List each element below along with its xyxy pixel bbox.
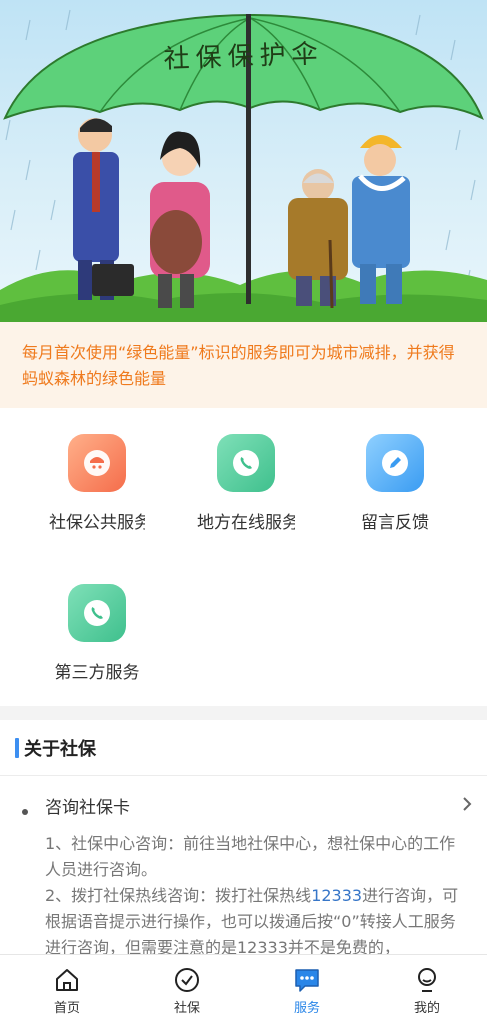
- service-third-party[interactable]: 第三方服务: [32, 584, 162, 683]
- services-grid: 社保公共服务 地方在线服务 留言反馈 第三方服务: [0, 408, 487, 706]
- service-local-online[interactable]: 地方在线服务: [181, 434, 311, 533]
- tab-mine[interactable]: 我的: [377, 955, 477, 1024]
- about-section-header: 关于社保: [0, 720, 487, 776]
- tab-services[interactable]: 服务: [257, 955, 357, 1024]
- tab-label: 服务: [293, 1001, 320, 1016]
- tab-home[interactable]: 首页: [17, 955, 117, 1024]
- faq-answer-line1: 1、社保中心咨询：前往当地社保中心，想社保中心的工作人员进行咨询。: [45, 834, 456, 879]
- tab-label: 我的: [413, 1001, 440, 1016]
- section-accent-bar: [15, 738, 19, 758]
- pen-icon: [366, 434, 424, 492]
- tab-label: 社保: [173, 1001, 200, 1016]
- service-label: 第三方服务: [54, 663, 140, 683]
- home-icon: [56, 969, 78, 991]
- about-title: 关于社保: [24, 739, 96, 760]
- green-energy-notice: 每月首次使用“绿色能量”标识的服务即可为城市减排，并获得蚂蚁森林的绿色能量: [0, 322, 487, 408]
- social-security-icon: [68, 434, 126, 492]
- chat-icon: [295, 969, 319, 992]
- service-label: 社保公共服务: [49, 513, 145, 533]
- check-circle-icon: [175, 968, 199, 992]
- bottom-tab-bar: 首页 社保 服务 我的: [0, 954, 487, 1024]
- faq-answer: 1、社保中心咨询：前往当地社保中心，想社保中心的工作人员进行咨询。 2、拨打社保…: [45, 831, 470, 954]
- notice-text: 每月首次使用“绿色能量”标识的服务即可为城市减排，并获得蚂蚁森林的绿色能量: [22, 343, 455, 388]
- phone-icon: [68, 584, 126, 642]
- faq-answer-line2-pre: 2、拨打社保热线咨询：拨打社保热线: [45, 886, 312, 905]
- bullet-icon: [22, 809, 28, 815]
- faq-question: 咨询社保卡: [45, 798, 130, 818]
- service-social-security-public[interactable]: 社保公共服务: [32, 434, 162, 533]
- tab-label: 首页: [53, 1001, 80, 1016]
- banner: 社保保护伞: [0, 0, 487, 322]
- service-feedback[interactable]: 留言反馈: [330, 434, 460, 533]
- hotline-number[interactable]: 12333: [311, 886, 362, 905]
- chevron-right-icon[interactable]: [457, 794, 477, 814]
- service-label: 留言反馈: [361, 513, 429, 533]
- service-label: 地方在线服务: [197, 513, 295, 533]
- phone-icon: [217, 434, 275, 492]
- user-icon: [418, 968, 436, 992]
- faq-answer-line2: 2、拨打社保热线咨询：拨打社保热线12333进行咨询，可根据语音提示进行操作，也…: [45, 883, 470, 954]
- section-divider: [0, 706, 487, 720]
- tab-social-security[interactable]: 社保: [137, 955, 237, 1024]
- faq-item[interactable]: 咨询社保卡 1、社保中心咨询：前往当地社保中心，想社保中心的工作人员进行咨询。 …: [0, 776, 487, 954]
